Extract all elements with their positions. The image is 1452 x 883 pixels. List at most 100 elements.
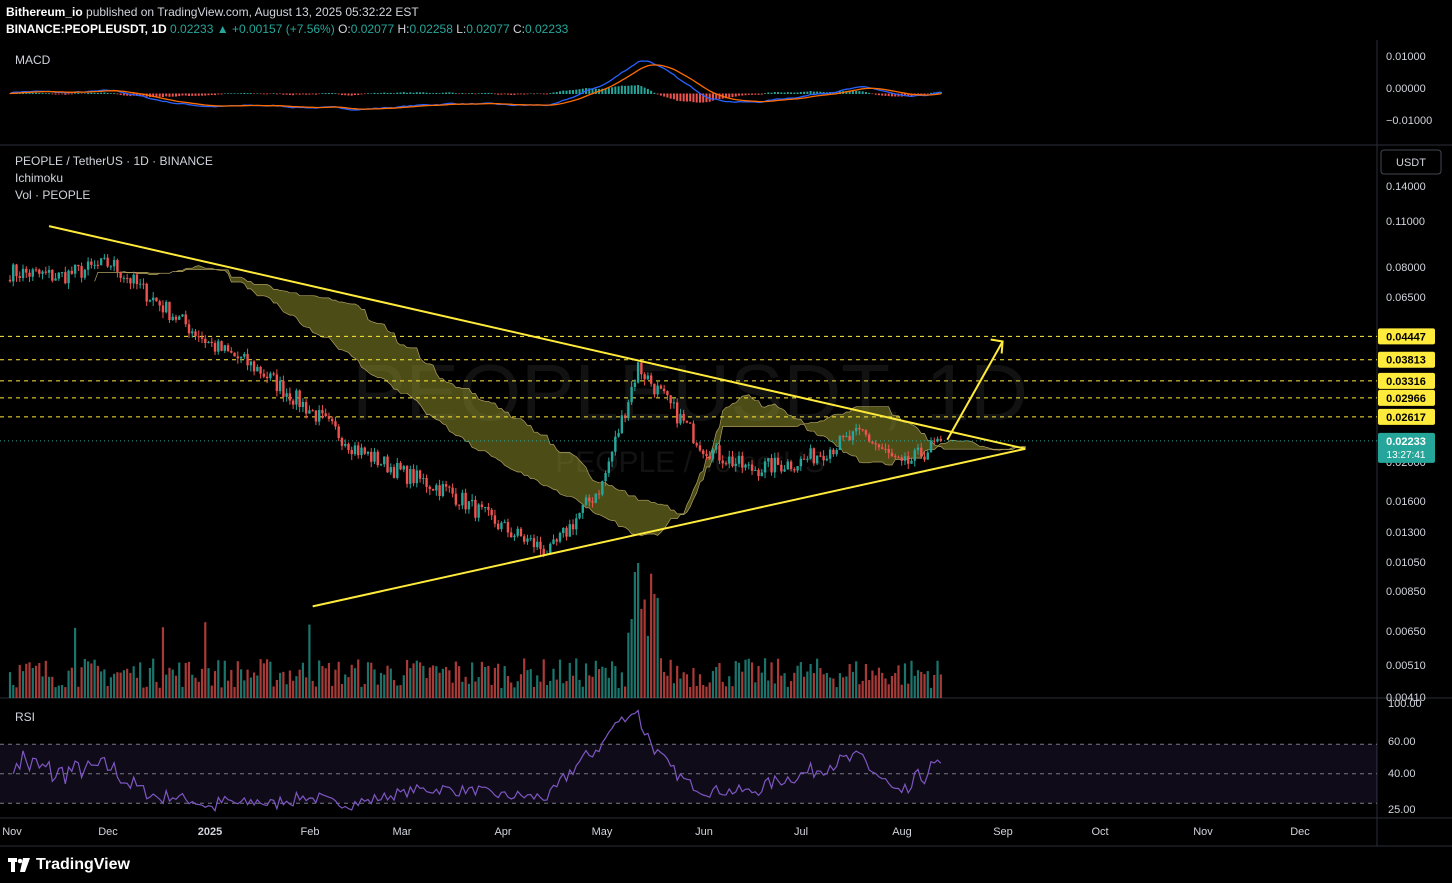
volume-bar (894, 673, 897, 698)
symbol-line[interactable]: BINANCE:PEOPLEUSDT, 1D (6, 22, 167, 36)
volume-bar (321, 666, 324, 698)
watermark-small: PEOPLE / TetherUS (555, 446, 825, 479)
volume-bar (786, 686, 789, 698)
candle-body (568, 524, 571, 537)
candle-body (903, 456, 907, 461)
macd-histogram-bar (288, 93, 291, 95)
macd-histogram-bar (689, 93, 692, 102)
volume-bar (907, 683, 910, 698)
macd-histogram-bar (44, 93, 47, 94)
candle-body (122, 277, 126, 279)
volume-bar (415, 660, 418, 698)
candle-body (103, 257, 106, 259)
candle-body (125, 277, 129, 279)
candle-body (685, 420, 689, 423)
volume-bar (129, 672, 132, 698)
volume-bar (428, 667, 431, 698)
volume-bar (119, 672, 122, 698)
macd-histogram-bar (666, 93, 669, 98)
candle-body (54, 278, 57, 281)
volume-bar (87, 661, 90, 698)
candle-body (861, 429, 864, 431)
macd-histogram-bar (669, 93, 672, 99)
candle-body (383, 456, 386, 465)
price-axis-tick: 0.01050 (1386, 557, 1426, 569)
volume-bar (539, 681, 542, 698)
candle-body (454, 493, 458, 505)
publish-info: Bithereum_io published on TradingView.co… (6, 5, 419, 19)
macd-histogram-bar (240, 93, 243, 94)
candle-body (327, 416, 331, 419)
publisher-name[interactable]: Bithereum_io (6, 5, 83, 19)
macd-histogram-bar (643, 87, 646, 94)
volume-bar (171, 669, 174, 698)
candle-body (838, 436, 842, 450)
candle-body (802, 458, 806, 460)
volume-bar (679, 678, 682, 698)
macd-histogram-bar (223, 93, 226, 94)
change-text: ▲ +0.00157 (+7.56%) (216, 22, 335, 36)
macd-histogram-bar (422, 92, 425, 94)
macd-histogram-bar (471, 92, 474, 94)
volume-bar (441, 668, 444, 698)
candle-body (220, 341, 223, 351)
macd-histogram-bar (624, 85, 627, 94)
level-price-tag-label: 0.02617 (1386, 412, 1426, 424)
macd-histogram-bar (350, 93, 353, 96)
candle-body (132, 274, 135, 284)
volume-bar (607, 677, 610, 698)
macd-histogram-bar (663, 93, 666, 97)
macd-histogram-bar (796, 92, 799, 94)
macd-histogram-bar (77, 92, 80, 94)
candle-body (373, 451, 376, 462)
macd-histogram-bar (783, 92, 786, 94)
candle-body (734, 463, 737, 467)
volume-bar (194, 677, 197, 698)
macd-histogram-bar (321, 93, 324, 94)
macd-histogram-bar (545, 93, 548, 95)
volume-bar (292, 680, 295, 698)
volume-bar (122, 670, 126, 698)
time-axis-tick: Dec (1290, 826, 1310, 838)
volume-bar (165, 674, 168, 698)
macd-histogram-bar (109, 93, 112, 94)
chart-canvas[interactable]: PEOPLEUSDT, 1DPEOPLE / TetherUSMACDPEOPL… (0, 0, 1452, 883)
macd-histogram-bar (438, 93, 441, 94)
candle-body (425, 478, 428, 487)
volume-bar (490, 685, 493, 698)
volume-bar (422, 665, 425, 698)
candle-body (894, 456, 897, 458)
macd-histogram-bar (884, 93, 887, 96)
volume-bar (41, 676, 44, 698)
candle-body (317, 410, 321, 422)
volume-bar (18, 664, 21, 698)
tradingview-logo[interactable]: TradingView (8, 856, 130, 874)
volume-bar (750, 662, 754, 698)
level-price-tag-label: 0.02966 (1386, 393, 1426, 405)
volume-bar (728, 676, 731, 698)
candle-body (607, 461, 611, 473)
candle-body (630, 387, 633, 403)
macd-histogram-bar (559, 91, 562, 94)
volume-bar (666, 675, 669, 698)
macd-histogram-bar (80, 93, 83, 95)
volume-bar (503, 666, 506, 698)
macd-histogram-bar (503, 93, 506, 95)
candle-body (815, 455, 819, 464)
candle-body (786, 461, 790, 470)
volume-bar (887, 684, 890, 698)
macd-histogram-bar (217, 93, 220, 95)
candle-body (119, 271, 122, 278)
candle-body (526, 538, 529, 542)
macd-histogram-bar (103, 92, 106, 94)
volume-bar (295, 676, 298, 698)
macd-histogram-bar (402, 92, 405, 94)
volume-bar (526, 670, 529, 698)
candle-body (90, 261, 93, 265)
volume-bar (158, 687, 161, 698)
volume-bar (409, 668, 412, 698)
volume-bar (747, 658, 750, 698)
candle-body (724, 463, 728, 465)
macd-histogram-bar (493, 93, 496, 95)
macd-histogram-bar (656, 93, 659, 95)
